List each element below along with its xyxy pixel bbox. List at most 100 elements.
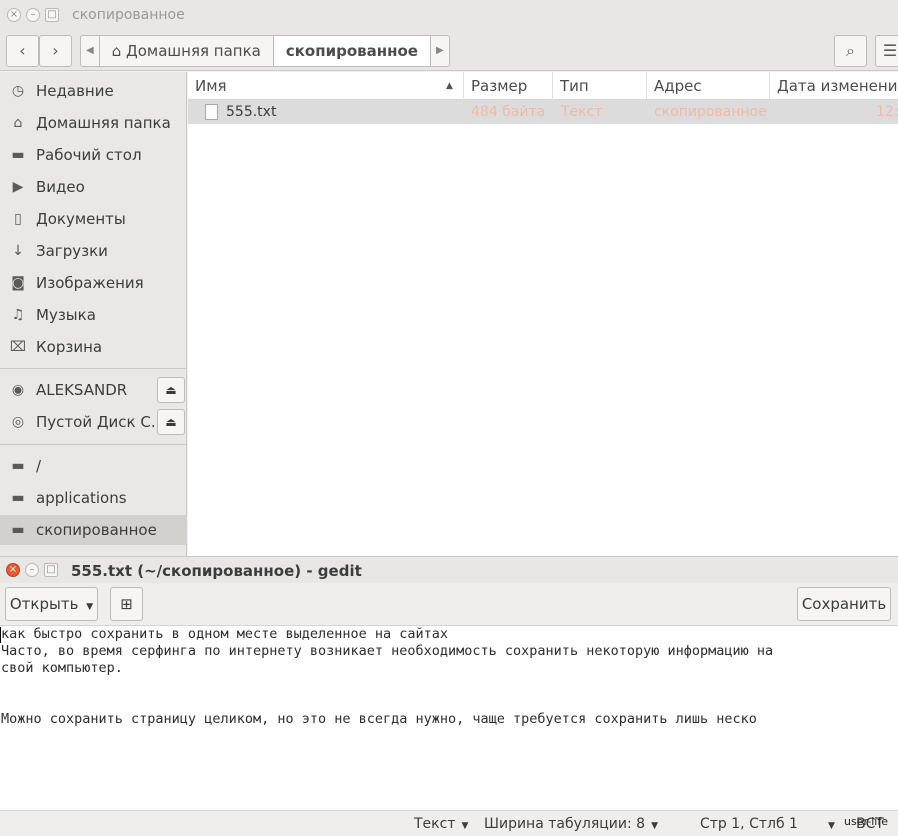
- file-manager-titlebar: × – □ скопированное: [0, 0, 898, 31]
- chevron-down-icon: ▼: [86, 602, 94, 612]
- window-title: 555.txt (~/скопированное) - gedit: [71, 562, 362, 580]
- eject-icon: ⏏: [165, 383, 177, 397]
- close-icon[interactable]: ×: [6, 563, 20, 577]
- language-label: Текст: [414, 816, 456, 832]
- column-type[interactable]: Тип: [553, 72, 647, 100]
- sidebar-divider: [0, 444, 187, 445]
- chevron-down-icon: ▼: [827, 821, 835, 831]
- close-icon[interactable]: ×: [7, 8, 21, 22]
- column-location[interactable]: Адрес: [647, 72, 770, 100]
- text-editor-window: × – □ 555.txt (~/скопированное) - gedit …: [0, 556, 898, 836]
- sidebar-item-label: Пустой Диск С...: [36, 413, 166, 431]
- search-icon: ⌕: [846, 41, 855, 60]
- new-document-icon: ⊞: [120, 595, 133, 613]
- breadcrumb-current[interactable]: скопированное: [273, 36, 431, 66]
- cursor-position-label: Стр 1, Стлб 1: [700, 816, 798, 832]
- cursor-position[interactable]: Стр 1, Стлб 1 ▼: [700, 811, 835, 836]
- save-button[interactable]: Сохранить: [797, 587, 891, 621]
- breadcrumb: ◀ ⌂ Домашняя папка скопированное ▶: [80, 35, 450, 67]
- text-editor-area[interactable]: как быстро сохранить в одном месте выдел…: [0, 626, 898, 810]
- editor-toolbar: Открыть ▼ ⊞ Сохранить: [0, 583, 898, 626]
- folder-icon: ▬: [11, 458, 25, 474]
- sidebar-item-label: Недавние: [36, 82, 114, 100]
- status-bar: Текст ▼ Ширина табуляции: 8 ▼ Стр 1, Стлб …: [0, 810, 898, 836]
- watermark: user-life: [843, 815, 888, 828]
- forward-button[interactable]: ›: [39, 35, 72, 67]
- sidebar-item-label: Видео: [36, 178, 85, 196]
- sidebar-item-root[interactable]: ▬ /: [0, 451, 187, 481]
- breadcrumb-home[interactable]: ⌂ Домашняя папка: [100, 36, 274, 66]
- column-modified[interactable]: Дата изменения: [770, 72, 898, 100]
- eject-icon: ⏏: [165, 415, 177, 429]
- window-title: скопированное: [72, 7, 185, 23]
- text-file-icon: [205, 104, 218, 120]
- maximize-icon[interactable]: □: [45, 8, 59, 22]
- text-line: Часто, во время серфинга по интернету во…: [1, 643, 774, 659]
- sidebar-item-music[interactable]: ♫ Музыка: [0, 300, 187, 330]
- column-header: Имя ▲ Размер Тип Адрес Дата изменения: [188, 72, 898, 100]
- editor-titlebar: × – □ 555.txt (~/скопированное) - gedit: [0, 556, 898, 583]
- document-icon: ▯: [14, 211, 22, 227]
- breadcrumb-label: Домашняя папка: [126, 42, 261, 60]
- file-modified: 12:: [876, 104, 898, 120]
- file-name: 555.txt: [226, 104, 277, 120]
- new-document-button[interactable]: ⊞: [110, 587, 143, 621]
- music-icon: ♫: [11, 307, 25, 323]
- sidebar-item-label: Домашняя папка: [36, 114, 171, 132]
- sidebar-item-label: Музыка: [36, 306, 96, 324]
- view-list-button[interactable]: ☰: [875, 35, 898, 67]
- eject-button[interactable]: ⏏: [157, 409, 185, 435]
- chevron-down-icon: ▼: [461, 821, 469, 831]
- chevron-left-icon: ‹: [19, 41, 26, 60]
- sidebar-item-downloads[interactable]: ↓ Загрузки: [0, 236, 187, 266]
- sidebar: ◷ Недавние ⌂ Домашняя папка ▬ Рабочий ст…: [0, 72, 187, 556]
- disc-icon: ◎: [11, 414, 25, 430]
- folder-icon: ▬: [11, 147, 25, 163]
- camera-icon: ◙: [11, 275, 25, 291]
- home-icon: ⌂: [111, 42, 122, 60]
- tab-width-selector[interactable]: Ширина табуляции: 8 ▼: [484, 811, 658, 836]
- sidebar-item-documents[interactable]: ▯ Документы: [0, 204, 187, 234]
- folder-icon: ▬: [11, 522, 25, 538]
- maximize-icon[interactable]: □: [44, 563, 58, 577]
- list-view-icon: ☰: [882, 41, 898, 60]
- back-button[interactable]: ‹: [6, 35, 39, 67]
- tab-width-label: Ширина табуляции: 8: [484, 816, 646, 832]
- sidebar-item-applications[interactable]: ▬ applications: [0, 483, 187, 513]
- folder-icon: ▬: [11, 490, 25, 506]
- open-button-label: Открыть: [9, 595, 79, 613]
- chevron-down-icon: ▼: [651, 821, 658, 831]
- table-row[interactable]: 555.txt 484 байта Текст скопированное 12…: [188, 100, 898, 124]
- drive-icon: ◉: [11, 382, 25, 398]
- sidebar-item-pictures[interactable]: ◙ Изображения: [0, 268, 187, 298]
- text-line: Можно сохранить страницу целиком, но это…: [1, 711, 757, 727]
- sidebar-item-home[interactable]: ⌂ Домашняя папка: [0, 108, 187, 138]
- sidebar-item-recent[interactable]: ◷ Недавние: [0, 76, 187, 106]
- chevron-right-icon: ›: [52, 41, 59, 60]
- file-manager-window: × – □ скопированное ‹ › ◀ ⌂ Домашняя пап…: [0, 0, 898, 556]
- column-size[interactable]: Размер: [464, 72, 553, 100]
- eject-button[interactable]: ⏏: [157, 377, 185, 403]
- minimize-icon[interactable]: –: [26, 8, 40, 22]
- open-button[interactable]: Открыть ▼: [5, 587, 98, 621]
- sidebar-item-copied[interactable]: ▬ скопированное: [0, 515, 187, 545]
- file-list: Имя ▲ Размер Тип Адрес Дата изменения 55…: [188, 72, 898, 556]
- sidebar-item-videos[interactable]: ▶ Видео: [0, 172, 187, 202]
- column-name[interactable]: Имя: [188, 72, 464, 100]
- sidebar-item-label: Рабочий стол: [36, 146, 142, 164]
- file-size: 484 байта: [471, 104, 546, 120]
- file-type: Текст: [561, 104, 603, 120]
- breadcrumb-scroll-right[interactable]: ▶: [431, 36, 449, 66]
- sidebar-item-label: Корзина: [36, 338, 103, 356]
- breadcrumb-scroll-left[interactable]: ◀: [81, 36, 100, 66]
- clock-icon: ◷: [11, 83, 25, 99]
- sidebar-item-label: ALEKSANDR: [36, 381, 128, 399]
- text-line: свой компьютер.: [1, 660, 123, 676]
- sidebar-item-desktop[interactable]: ▬ Рабочий стол: [0, 140, 187, 170]
- search-button[interactable]: ⌕: [834, 35, 867, 67]
- sidebar-divider: [0, 368, 187, 369]
- sidebar-item-trash[interactable]: ⌧ Корзина: [0, 332, 187, 362]
- sidebar-item-label: Документы: [36, 210, 126, 228]
- minimize-icon[interactable]: –: [25, 563, 39, 577]
- language-selector[interactable]: Текст ▼: [414, 811, 468, 836]
